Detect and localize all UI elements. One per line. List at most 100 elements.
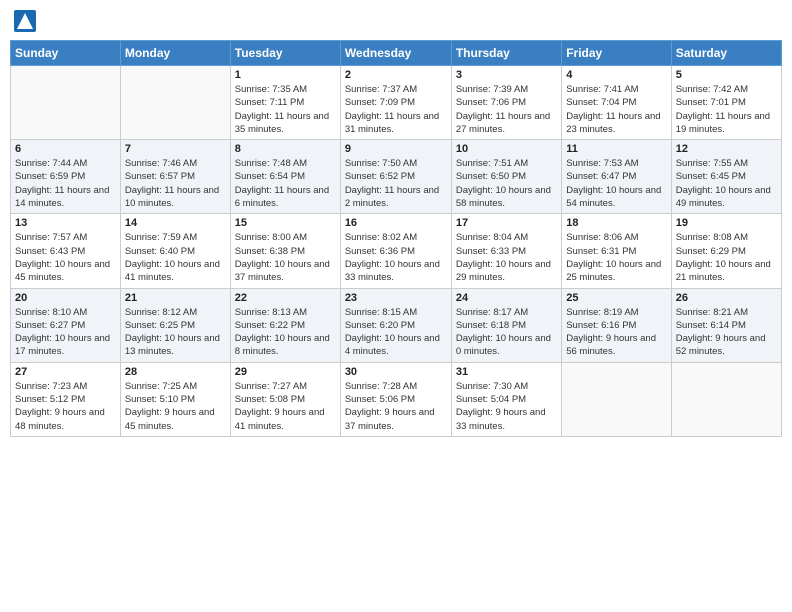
day-number: 11	[566, 143, 666, 155]
calendar-week-row: 13 Sunrise: 7:57 AMSunset: 6:43 PMDayligh…	[11, 214, 782, 288]
calendar-header-day: Saturday	[671, 41, 781, 66]
calendar-day-cell: 6 Sunrise: 7:44 AMSunset: 6:59 PMDaylight…	[11, 140, 121, 214]
day-info: Sunrise: 7:51 AMSunset: 6:50 PMDaylight:…	[456, 157, 557, 210]
calendar-day-cell: 16 Sunrise: 8:02 AMSunset: 6:36 PMDayligh…	[340, 214, 451, 288]
day-number: 9	[345, 143, 447, 155]
day-number: 5	[676, 69, 777, 81]
calendar-day-cell: 27 Sunrise: 7:23 AMSunset: 5:12 PMDayligh…	[11, 362, 121, 436]
calendar-week-row: 20Sunrise: 8:10 AMSunset: 6:27 PMDayligh…	[11, 288, 782, 362]
day-info: Sunrise: 8:06 AMSunset: 6:31 PMDaylight:…	[566, 231, 666, 284]
day-number: 10	[456, 143, 557, 155]
page-header	[10, 10, 782, 32]
day-number: 21	[125, 292, 226, 304]
calendar-day-cell	[11, 66, 121, 140]
day-number: 4	[566, 69, 666, 81]
day-info: Sunrise: 8:13 AMSunset: 6:22 PMDaylight:…	[235, 306, 336, 359]
day-number: 24	[456, 292, 557, 304]
day-number: 22	[235, 292, 336, 304]
day-info: Sunrise: 7:39 AMSunset: 7:06 PMDaylight:…	[456, 83, 557, 136]
calendar-day-cell: 4 Sunrise: 7:41 AMSunset: 7:04 PMDaylight…	[562, 66, 671, 140]
day-info: Sunrise: 7:41 AMSunset: 7:04 PMDaylight:…	[566, 83, 666, 136]
calendar-day-cell: 10 Sunrise: 7:51 AMSunset: 6:50 PMDayligh…	[451, 140, 561, 214]
day-info: Sunrise: 7:25 AMSunset: 5:10 PMDaylight:…	[125, 380, 226, 433]
calendar-day-cell: 17 Sunrise: 8:04 AMSunset: 6:33 PMDayligh…	[451, 214, 561, 288]
calendar-day-cell: 12Sunrise: 7:55 AMSunset: 6:45 PMDayligh…	[671, 140, 781, 214]
logo	[14, 10, 38, 32]
day-number: 28	[125, 366, 226, 378]
day-info: Sunrise: 7:44 AMSunset: 6:59 PMDaylight:…	[15, 157, 116, 210]
calendar-week-row: 6 Sunrise: 7:44 AMSunset: 6:59 PMDaylight…	[11, 140, 782, 214]
day-info: Sunrise: 7:30 AMSunset: 5:04 PMDaylight:…	[456, 380, 557, 433]
day-info: Sunrise: 7:35 AMSunset: 7:11 PMDaylight:…	[235, 83, 336, 136]
calendar-day-cell: 20Sunrise: 8:10 AMSunset: 6:27 PMDayligh…	[11, 288, 121, 362]
day-info: Sunrise: 8:15 AMSunset: 6:20 PMDaylight:…	[345, 306, 447, 359]
day-info: Sunrise: 7:55 AMSunset: 6:45 PMDaylight:…	[676, 157, 777, 210]
calendar-day-cell: 29 Sunrise: 7:27 AMSunset: 5:08 PMDayligh…	[230, 362, 340, 436]
day-number: 3	[456, 69, 557, 81]
day-info: Sunrise: 8:02 AMSunset: 6:36 PMDaylight:…	[345, 231, 447, 284]
calendar-day-cell: 19 Sunrise: 8:08 AMSunset: 6:29 PMDayligh…	[671, 214, 781, 288]
day-number: 27	[15, 366, 116, 378]
calendar-day-cell: 23 Sunrise: 8:15 AMSunset: 6:20 PMDayligh…	[340, 288, 451, 362]
day-info: Sunrise: 7:48 AMSunset: 6:54 PMDaylight:…	[235, 157, 336, 210]
calendar-header-day: Sunday	[11, 41, 121, 66]
calendar-day-cell: 15Sunrise: 8:00 AMSunset: 6:38 PMDayligh…	[230, 214, 340, 288]
day-info: Sunrise: 8:12 AMSunset: 6:25 PMDaylight:…	[125, 306, 226, 359]
calendar-day-cell: 1Sunrise: 7:35 AMSunset: 7:11 PMDaylight…	[230, 66, 340, 140]
calendar-day-cell: 21 Sunrise: 8:12 AMSunset: 6:25 PMDayligh…	[120, 288, 230, 362]
calendar-header-day: Thursday	[451, 41, 561, 66]
calendar-day-cell: 2Sunrise: 7:37 AMSunset: 7:09 PMDaylight…	[340, 66, 451, 140]
day-number: 6	[15, 143, 116, 155]
day-info: Sunrise: 7:46 AMSunset: 6:57 PMDaylight:…	[125, 157, 226, 210]
calendar-header-row: SundayMondayTuesdayWednesdayThursdayFrid…	[11, 41, 782, 66]
day-number: 15	[235, 217, 336, 229]
day-info: Sunrise: 7:50 AMSunset: 6:52 PMDaylight:…	[345, 157, 447, 210]
day-number: 17	[456, 217, 557, 229]
calendar-day-cell: 13 Sunrise: 7:57 AMSunset: 6:43 PMDayligh…	[11, 214, 121, 288]
calendar-day-cell: 3 Sunrise: 7:39 AMSunset: 7:06 PMDaylight…	[451, 66, 561, 140]
day-info: Sunrise: 8:04 AMSunset: 6:33 PMDaylight:…	[456, 231, 557, 284]
calendar-day-cell: 11 Sunrise: 7:53 AMSunset: 6:47 PMDayligh…	[562, 140, 671, 214]
calendar-day-cell	[671, 362, 781, 436]
day-number: 16	[345, 217, 447, 229]
calendar-header-day: Monday	[120, 41, 230, 66]
day-info: Sunrise: 8:17 AMSunset: 6:18 PMDaylight:…	[456, 306, 557, 359]
day-number: 8	[235, 143, 336, 155]
day-number: 23	[345, 292, 447, 304]
calendar-day-cell: 14 Sunrise: 7:59 AMSunset: 6:40 PMDayligh…	[120, 214, 230, 288]
day-number: 31	[456, 366, 557, 378]
day-number: 25	[566, 292, 666, 304]
day-number: 13	[15, 217, 116, 229]
day-info: Sunrise: 7:27 AMSunset: 5:08 PMDaylight:…	[235, 380, 336, 433]
calendar-day-cell: 5 Sunrise: 7:42 AMSunset: 7:01 PMDaylight…	[671, 66, 781, 140]
calendar-day-cell: 7 Sunrise: 7:46 AMSunset: 6:57 PMDaylight…	[120, 140, 230, 214]
calendar-week-row: 27 Sunrise: 7:23 AMSunset: 5:12 PMDayligh…	[11, 362, 782, 436]
calendar-day-cell: 8 Sunrise: 7:48 AMSunset: 6:54 PMDaylight…	[230, 140, 340, 214]
calendar-day-cell: 31 Sunrise: 7:30 AMSunset: 5:04 PMDayligh…	[451, 362, 561, 436]
calendar-day-cell: 26Sunrise: 8:21 AMSunset: 6:14 PMDayligh…	[671, 288, 781, 362]
calendar-day-cell: 30Sunrise: 7:28 AMSunset: 5:06 PMDayligh…	[340, 362, 451, 436]
calendar-header-day: Friday	[562, 41, 671, 66]
day-info: Sunrise: 7:42 AMSunset: 7:01 PMDaylight:…	[676, 83, 777, 136]
day-number: 19	[676, 217, 777, 229]
calendar-day-cell: 18Sunrise: 8:06 AMSunset: 6:31 PMDayligh…	[562, 214, 671, 288]
calendar-day-cell: 22 Sunrise: 8:13 AMSunset: 6:22 PMDayligh…	[230, 288, 340, 362]
calendar-day-cell: 25 Sunrise: 8:19 AMSunset: 6:16 PMDayligh…	[562, 288, 671, 362]
calendar-week-row: 1Sunrise: 7:35 AMSunset: 7:11 PMDaylight…	[11, 66, 782, 140]
day-info: Sunrise: 7:59 AMSunset: 6:40 PMDaylight:…	[125, 231, 226, 284]
day-info: Sunrise: 8:08 AMSunset: 6:29 PMDaylight:…	[676, 231, 777, 284]
day-info: Sunrise: 8:19 AMSunset: 6:16 PMDaylight:…	[566, 306, 666, 359]
day-number: 29	[235, 366, 336, 378]
day-info: Sunrise: 7:53 AMSunset: 6:47 PMDaylight:…	[566, 157, 666, 210]
day-info: Sunrise: 8:21 AMSunset: 6:14 PMDaylight:…	[676, 306, 777, 359]
day-number: 7	[125, 143, 226, 155]
day-number: 14	[125, 217, 226, 229]
calendar-day-cell: 9 Sunrise: 7:50 AMSunset: 6:52 PMDaylight…	[340, 140, 451, 214]
day-number: 30	[345, 366, 447, 378]
calendar-table: SundayMondayTuesdayWednesdayThursdayFrid…	[10, 40, 782, 437]
day-info: Sunrise: 8:10 AMSunset: 6:27 PMDaylight:…	[15, 306, 116, 359]
calendar-header-day: Wednesday	[340, 41, 451, 66]
day-info: Sunrise: 7:57 AMSunset: 6:43 PMDaylight:…	[15, 231, 116, 284]
calendar-day-cell	[562, 362, 671, 436]
day-info: Sunrise: 7:23 AMSunset: 5:12 PMDaylight:…	[15, 380, 116, 433]
